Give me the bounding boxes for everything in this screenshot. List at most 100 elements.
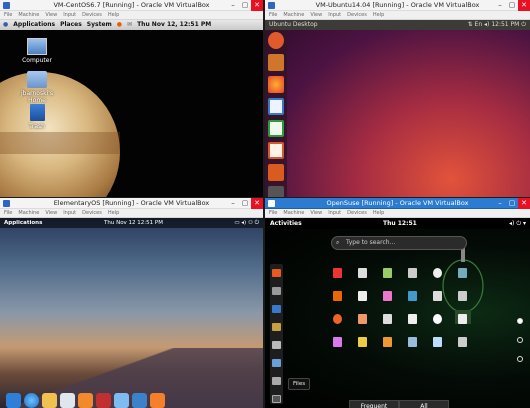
app-icon[interactable] bbox=[358, 291, 367, 301]
app-icon[interactable] bbox=[383, 291, 392, 301]
multitasking-icon[interactable] bbox=[6, 393, 21, 408]
home-desktop-icon[interactable]: jbarnoski's Home bbox=[13, 71, 61, 104]
elementary-vm-window[interactable]: ElementaryOS [Running] - Oracle VM Virtu… bbox=[0, 198, 263, 408]
firefox-icon[interactable] bbox=[268, 76, 284, 93]
title-bar[interactable]: ElementaryOS [Running] - Oracle VM Virtu… bbox=[0, 198, 263, 209]
menu-help[interactable]: Help bbox=[373, 12, 384, 18]
search-input[interactable]: ⌕ Type to search... bbox=[331, 236, 467, 250]
chat-icon[interactable] bbox=[272, 287, 281, 295]
ubuntu-vm-window[interactable]: VM-Ubuntu14.04 [Running] - Oracle VM Vir… bbox=[265, 0, 530, 197]
tab-frequent[interactable]: Frequent bbox=[349, 400, 399, 408]
menu-devices[interactable]: Devices bbox=[347, 12, 367, 18]
app-icon[interactable] bbox=[458, 291, 467, 301]
show-apps-icon[interactable] bbox=[272, 395, 281, 403]
title-bar[interactable]: VM-Ubuntu14.04 [Running] - Oracle VM Vir… bbox=[265, 0, 530, 11]
app-icon[interactable] bbox=[358, 268, 367, 278]
app-icon[interactable] bbox=[358, 337, 367, 347]
menu-file[interactable]: File bbox=[269, 12, 277, 18]
app-icon[interactable] bbox=[408, 268, 417, 278]
keyboard-icon[interactable]: En bbox=[475, 21, 483, 28]
software-icon[interactable] bbox=[272, 341, 281, 349]
activities-button[interactable]: Activities bbox=[270, 218, 302, 229]
maximize-button[interactable]: ▢ bbox=[506, 198, 518, 209]
menu-devices[interactable]: Devices bbox=[82, 210, 102, 216]
maximize-button[interactable]: ▢ bbox=[239, 198, 251, 209]
app-icon[interactable] bbox=[358, 314, 367, 324]
volume-icon[interactable]: ◂) bbox=[484, 21, 489, 28]
menu-input[interactable]: Input bbox=[63, 210, 76, 216]
guest-screen[interactable]: ● Applications Places System ● ✉ Thu Nov 12, 1… bbox=[0, 20, 263, 197]
app-icon[interactable] bbox=[333, 291, 342, 301]
minimize-button[interactable]: – bbox=[227, 0, 239, 11]
page-dot[interactable] bbox=[517, 337, 523, 343]
menu-view[interactable]: View bbox=[310, 210, 322, 216]
volume-icon[interactable]: ◂) bbox=[241, 220, 246, 226]
panel-clock[interactable]: Thu Nov 12, 12:51 PM bbox=[137, 21, 211, 28]
guest-screen[interactable]: Activities Thu 12:51 ◂) ⏻ ▾ ⌕ Type to se… bbox=[265, 218, 530, 408]
menu-machine[interactable]: Machine bbox=[18, 12, 39, 18]
menu-input[interactable]: Input bbox=[328, 12, 341, 18]
menu-machine[interactable]: Machine bbox=[18, 210, 39, 216]
menu-file[interactable]: File bbox=[269, 210, 277, 216]
close-button[interactable]: ✕ bbox=[518, 0, 530, 11]
calendar-icon[interactable] bbox=[60, 393, 75, 408]
app-icon[interactable] bbox=[383, 314, 392, 324]
dash-home-icon[interactable] bbox=[268, 32, 284, 49]
maximize-button[interactable]: ▢ bbox=[506, 0, 518, 11]
app-icon[interactable] bbox=[433, 314, 442, 324]
minimize-button[interactable]: – bbox=[227, 198, 239, 209]
power-icon[interactable]: ⏻ bbox=[521, 21, 526, 28]
menu-places[interactable]: Places bbox=[60, 21, 82, 28]
menu-input[interactable]: Input bbox=[328, 210, 341, 216]
photos-icon[interactable] bbox=[114, 393, 129, 408]
menu-view[interactable]: View bbox=[310, 12, 322, 18]
computer-desktop-icon[interactable]: Computer bbox=[13, 38, 61, 64]
menu-help[interactable]: Help bbox=[108, 210, 119, 216]
page-dot[interactable] bbox=[517, 356, 523, 362]
firefox-icon[interactable] bbox=[272, 269, 281, 277]
menu-system[interactable]: System bbox=[87, 21, 112, 28]
impress-icon[interactable] bbox=[268, 142, 284, 159]
files-icon[interactable] bbox=[132, 393, 147, 408]
menu-help[interactable]: Help bbox=[373, 210, 384, 216]
settings-icon[interactable] bbox=[268, 186, 284, 197]
menu-file[interactable]: File bbox=[4, 12, 12, 18]
app-icon[interactable] bbox=[433, 337, 442, 347]
trash-desktop-icon[interactable]: Trash bbox=[13, 104, 61, 130]
menu-applications[interactable]: Applications bbox=[13, 21, 55, 28]
panel-clock[interactable]: Thu 12:51 bbox=[383, 218, 417, 229]
volume-icon[interactable]: ◂) bbox=[509, 220, 514, 227]
app-icon[interactable] bbox=[408, 337, 417, 347]
app-icon[interactable] bbox=[458, 337, 467, 347]
menu-machine[interactable]: Machine bbox=[283, 210, 304, 216]
power-icon[interactable]: ⏻ bbox=[255, 220, 259, 226]
indicator-area[interactable]: ⇅ En ◂) 12:51 PM ⏻ bbox=[468, 20, 526, 30]
title-bar[interactable]: OpenSuse [Running] - Oracle VM VirtualBo… bbox=[265, 198, 530, 209]
centos-vm-window[interactable]: VM-CentOS6.7 [Running] - Oracle VM Virtu… bbox=[0, 0, 263, 197]
network-icon[interactable]: ⇅ bbox=[468, 21, 473, 28]
menu-view[interactable]: View bbox=[45, 12, 57, 18]
opensuse-vm-window[interactable]: OpenSuse [Running] - Oracle VM VirtualBo… bbox=[265, 198, 530, 408]
close-button[interactable]: ✕ bbox=[251, 0, 263, 11]
files-icon[interactable] bbox=[272, 377, 281, 385]
app-icon[interactable] bbox=[408, 314, 417, 324]
calc-icon[interactable] bbox=[268, 120, 284, 137]
user-icon[interactable]: ⚇ bbox=[248, 220, 253, 226]
menu-input[interactable]: Input bbox=[63, 12, 76, 18]
close-button[interactable]: ✕ bbox=[251, 198, 263, 209]
guest-screen[interactable]: Applications Thu Nov 12 12:51 PM ▭ ◂) ⚇ … bbox=[0, 218, 263, 408]
chevron-down-icon[interactable]: ▾ bbox=[523, 220, 526, 227]
firefox-icon[interactable]: ● bbox=[117, 21, 122, 28]
panel-clock[interactable]: 12:51 PM bbox=[491, 21, 519, 28]
writer-icon[interactable] bbox=[272, 305, 281, 313]
documents-icon[interactable] bbox=[272, 359, 281, 367]
app-icon[interactable] bbox=[383, 337, 392, 347]
rhythmbox-icon[interactable] bbox=[272, 323, 281, 331]
minimize-button[interactable]: – bbox=[494, 0, 506, 11]
panel-clock[interactable]: Thu Nov 12 12:51 PM bbox=[104, 218, 163, 228]
email-icon[interactable]: ✉ bbox=[127, 21, 132, 28]
maximize-button[interactable]: ▢ bbox=[239, 0, 251, 11]
network-icon[interactable]: ▭ bbox=[234, 220, 239, 226]
app-center-icon[interactable] bbox=[150, 393, 165, 408]
close-button[interactable]: ✕ bbox=[518, 198, 530, 209]
